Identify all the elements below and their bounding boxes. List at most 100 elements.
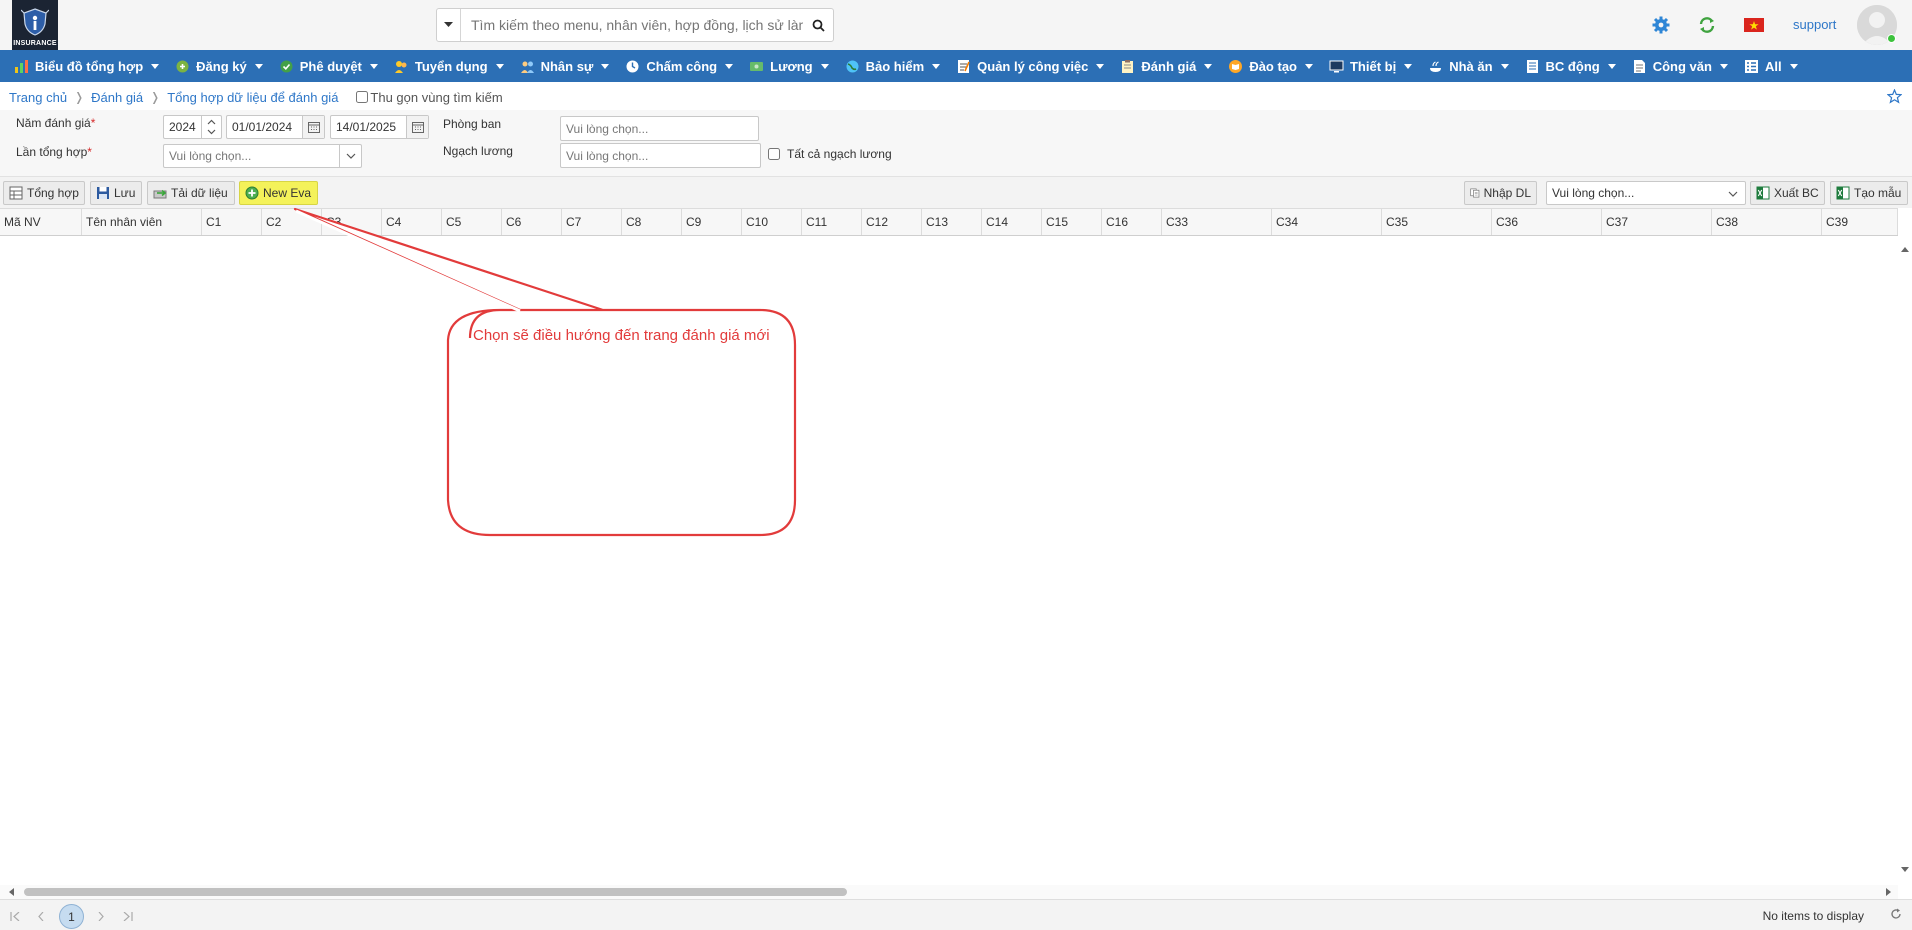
column-header[interactable]: C35 [1382,209,1492,235]
import-icon [1470,188,1480,198]
new-eva-button[interactable]: New Eva [239,181,318,205]
column-header[interactable]: C16 [1102,209,1162,235]
floppy-disk-icon [97,187,109,199]
breadcrumb-evaluation[interactable]: Đánh giá [91,90,143,105]
caret-down-icon [151,63,160,69]
menu-item-5[interactable]: Chấm công [625,50,734,82]
scroll-right-icon[interactable] [1886,888,1892,896]
menu-item-3[interactable]: Tuyển dụng [394,50,504,82]
round-select[interactable]: Vui lòng chọn... [163,144,362,168]
export-report-button[interactable]: Xuất BC [1750,181,1825,205]
template-placeholder: Vui lòng chọn... [1552,186,1635,200]
menu-item-8[interactable]: Quản lý công việc [956,50,1105,82]
column-header[interactable]: C33 [1162,209,1272,235]
language-switch[interactable] [1743,14,1765,36]
last-page-button[interactable] [117,906,139,926]
breadcrumb-home[interactable]: Trang chủ [9,90,67,105]
collapse-search-toggle[interactable]: Thu gọn vùng tìm kiếm [356,90,503,105]
all-salary-grades-toggle[interactable]: Tất cả ngạch lương [768,147,892,161]
column-header[interactable]: C7 [562,209,622,235]
column-header[interactable]: Mã NV [0,209,82,235]
column-header[interactable]: C12 [862,209,922,235]
summarize-button[interactable]: Tổng hợp [3,181,85,205]
save-button[interactable]: Lưu [90,181,142,205]
column-header[interactable]: C9 [682,209,742,235]
date-to-calendar-button[interactable] [406,116,428,138]
calendar-icon [307,122,320,133]
chevron-down-icon [346,153,355,159]
date-to-picker[interactable]: 14/01/2025 [330,115,429,139]
column-header[interactable]: C37 [1602,209,1712,235]
first-page-icon [10,911,20,921]
favorite-button[interactable] [1886,88,1903,107]
search-input[interactable] [461,17,803,33]
round-dropdown-button[interactable] [339,145,361,167]
scroll-up-icon[interactable] [1901,246,1909,252]
column-header[interactable]: C39 [1822,209,1898,235]
column-header[interactable]: C36 [1492,209,1602,235]
column-header[interactable]: C1 [202,209,262,235]
menu-item-13[interactable]: BC động [1525,50,1616,82]
menu-item-10[interactable]: Đào tạo [1228,50,1313,82]
column-header[interactable]: C38 [1712,209,1822,235]
caret-down-icon [725,63,734,69]
horizontal-scroll-thumb[interactable] [24,888,847,896]
column-header[interactable]: C13 [922,209,982,235]
refresh-button[interactable] [1890,908,1902,923]
date-from-calendar-button[interactable] [302,116,324,138]
department-select[interactable]: Vui lòng chọn... [560,116,759,141]
recruit-icon [394,59,409,74]
all-salary-grades-checkbox[interactable] [768,148,780,160]
column-header[interactable]: C14 [982,209,1042,235]
load-data-button[interactable]: Tải dữ liệu [147,181,235,205]
add-circle-icon [245,186,259,200]
menu-item-2[interactable]: Phê duyệt [279,50,378,82]
column-header[interactable]: C10 [742,209,802,235]
menu-item-0[interactable]: Biểu đồ tổng hợp [14,50,160,82]
user-name-link[interactable]: support [1793,17,1836,32]
menu-item-12[interactable]: Nhà ăn [1428,50,1509,82]
first-page-button[interactable] [4,906,26,926]
pager: 1 No items to display [0,899,1912,930]
column-header[interactable]: C15 [1042,209,1102,235]
search-scope-dropdown[interactable] [437,9,461,41]
menu-item-4[interactable]: Nhân sự [520,50,610,82]
column-header[interactable]: C11 [802,209,862,235]
menu-item-7[interactable]: Bảo hiểm [845,50,941,82]
column-header[interactable]: C2 [262,209,322,235]
column-header[interactable]: C4 [382,209,442,235]
collapse-search-checkbox[interactable] [356,91,369,103]
settings-button[interactable] [1650,14,1672,36]
column-header[interactable]: C6 [502,209,562,235]
vertical-scrollbar[interactable] [1898,237,1912,887]
check-icon [279,59,294,74]
year-spin-buttons[interactable] [201,116,221,138]
next-page-button[interactable] [90,906,112,926]
search-button[interactable] [803,19,833,32]
menu-item-15[interactable]: All [1744,50,1798,82]
current-page[interactable]: 1 [59,904,84,929]
menu-item-14[interactable]: Công văn [1632,50,1728,82]
column-header[interactable]: C3 [322,209,382,235]
global-search [436,8,834,42]
year-stepper[interactable]: 2024 [163,115,222,139]
scroll-down-icon[interactable] [1901,867,1909,873]
caret-down-icon [932,63,941,69]
column-header[interactable]: C8 [622,209,682,235]
create-template-button[interactable]: Tạo mẫu [1830,181,1908,205]
previous-page-button[interactable] [30,906,52,926]
column-header[interactable]: Tên nhân viên [82,209,202,235]
date-from-picker[interactable]: 01/01/2024 [226,115,325,139]
salary-grade-select[interactable]: Vui lòng chọn... [560,143,761,168]
menu-item-11[interactable]: Thiết bị [1329,50,1413,82]
import-data-button[interactable]: Nhập DL [1464,181,1537,205]
column-header[interactable]: C5 [442,209,502,235]
menu-item-6[interactable]: Lương [749,50,829,82]
app-logo[interactable]: INSURANCE [12,0,58,50]
menu-item-9[interactable]: Đánh giá [1120,50,1213,82]
column-header[interactable]: C34 [1272,209,1382,235]
scroll-left-icon[interactable] [8,888,14,896]
sync-button[interactable] [1696,14,1718,36]
menu-item-1[interactable]: Đăng ký [175,50,263,82]
template-select[interactable]: Vui lòng chọn... [1546,181,1746,205]
